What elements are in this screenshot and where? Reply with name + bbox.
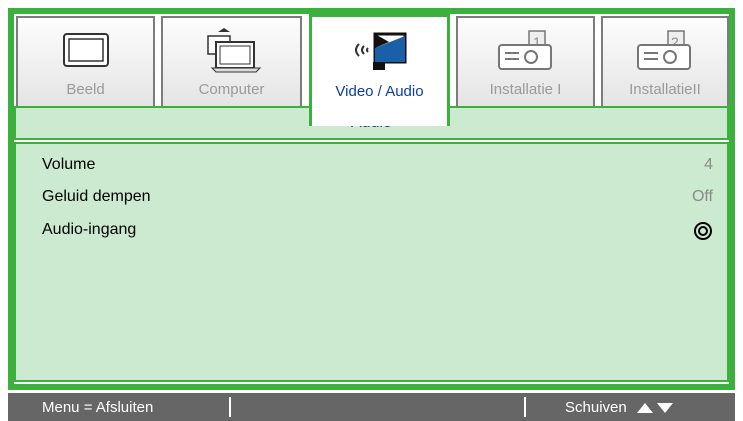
tab-label: InstallatieII (629, 81, 701, 98)
projector-2-icon: 2 (603, 24, 727, 80)
monitor-icon (18, 24, 153, 80)
tab-video-audio[interactable]: Video / Audio (309, 14, 450, 126)
projector-1-icon: 1 (458, 24, 593, 80)
setting-row-audio-ingang[interactable]: Audio-ingang (42, 219, 713, 243)
video-audio-icon (312, 23, 447, 79)
footer-divider (229, 397, 231, 417)
setting-row-volume[interactable]: Volume 4 (42, 154, 713, 178)
tab-label: Video / Audio (335, 83, 424, 100)
setting-value: Off (691, 188, 713, 205)
setting-row-geluid-dempen[interactable]: Geluid dempen Off (42, 186, 713, 210)
tab-label: Computer (198, 81, 265, 98)
audio-panel: Audio Volume 4 Geluid dempen Off Audio-i… (14, 106, 729, 384)
footer-exit-hint: Menu = Afsluiten (42, 399, 154, 416)
tab-label: Installatie I (489, 81, 562, 98)
footer-scroll-label: Schuiven (565, 399, 627, 416)
footer-divider (524, 397, 526, 417)
tab-label: Beeld (66, 81, 105, 98)
setting-name: Volume (42, 156, 96, 173)
tab-installatie-2[interactable]: 2 InstallatieII (601, 16, 729, 108)
setting-name: Audio-ingang (42, 221, 137, 238)
computer-icon (163, 24, 300, 80)
setting-value: 4 (704, 156, 713, 173)
footer-bar: Menu = Afsluiten Schuiven (8, 393, 735, 421)
tab-installatie-1[interactable]: 1 Installatie I (456, 16, 595, 108)
setting-name: Geluid dempen (42, 188, 151, 205)
up-down-arrows-icon (636, 403, 673, 414)
settings-list: Volume 4 Geluid dempen Off Audio-ingang (14, 142, 729, 382)
footer-scroll-hint: Schuiven (565, 399, 675, 416)
tab-beeld[interactable]: Beeld (16, 16, 155, 108)
enter-submenu-icon[interactable] (693, 221, 713, 241)
tab-computer[interactable]: Computer (161, 16, 302, 108)
